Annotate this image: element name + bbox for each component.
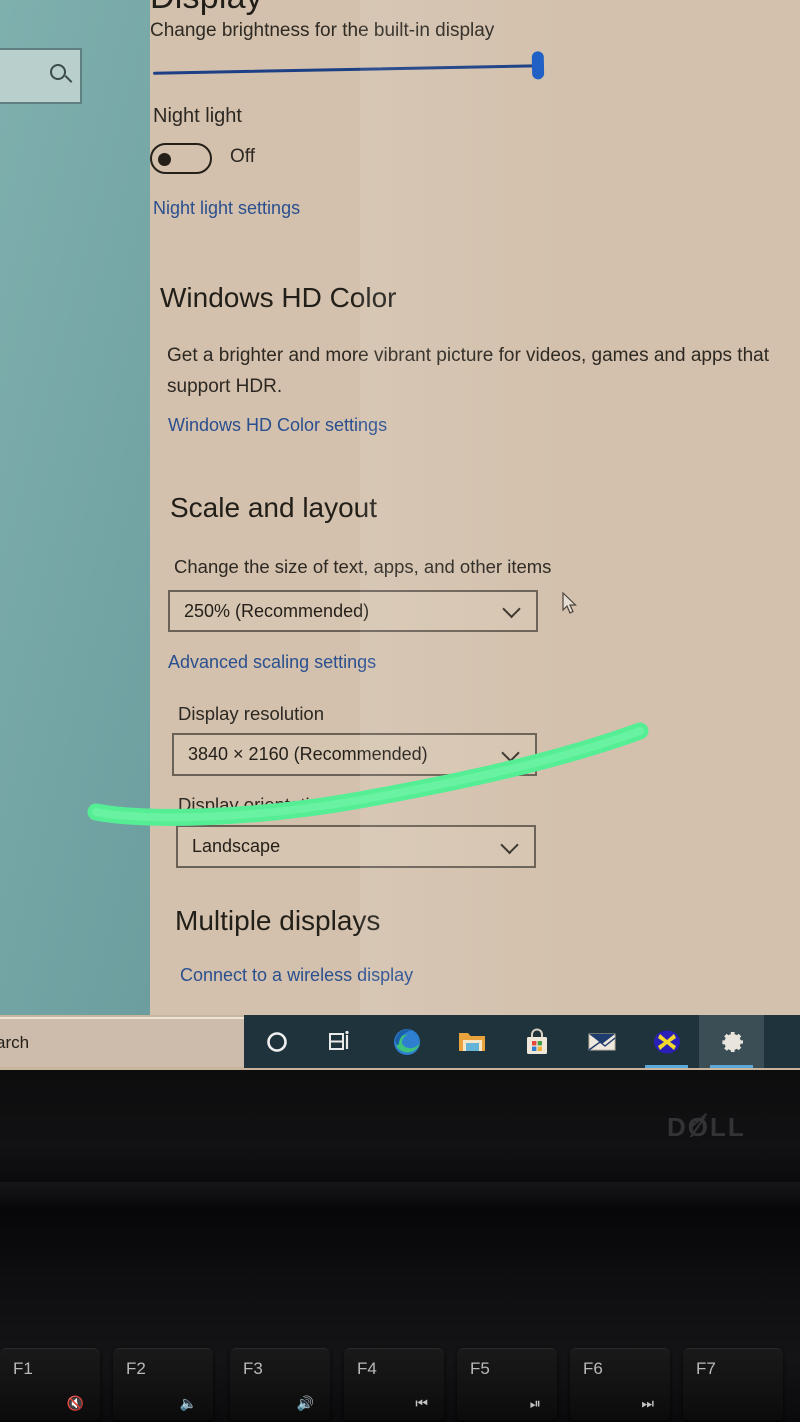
brightness-label: Change brightness for the built-in displ… [150,20,495,41]
taskbar-item-microsoft-store[interactable] [504,1015,569,1068]
function-key-label: F3 [243,1359,263,1378]
scale-and-layout-heading: Scale and layout [170,492,378,523]
desktop-wallpaper [0,0,150,1015]
night-light-settings-link[interactable]: Night light settings [153,198,300,219]
next-track-icon: ⏭ [641,1395,654,1411]
function-key-label: F7 [696,1359,716,1378]
volume-up-icon: 🔊 [296,1395,314,1411]
taskbar-running-indicator [645,1065,688,1068]
file-explorer-icon [458,1032,485,1051]
taskbar-search-text: arch [0,1033,30,1052]
function-key-f4[interactable]: F4 ⏮ [344,1348,444,1420]
display-orientation-value: Landscape [192,836,281,856]
hd-color-heading: Windows HD Color [160,282,397,313]
night-light-state: Off [230,146,255,167]
function-key-label: F6 [583,1359,603,1378]
cortana-circle-icon [266,1031,287,1052]
screenshot-root: Display Change brightness for the built-… [0,0,800,1422]
display-orientation-label: Display orientation [178,794,331,815]
laptop-screen: Display Change brightness for the built-… [0,0,800,1070]
taskbar-row: arch [0,1015,800,1070]
slider-track [153,64,542,75]
microsoft-store-icon [526,1028,547,1054]
function-key-f7[interactable]: F7 [683,1348,783,1420]
settings-window: Display Change brightness for the built-… [150,0,800,1015]
play-pause-icon: ⏯ [529,1395,541,1411]
display-resolution-value: 3840 × 2160 (Recommended) [188,744,428,764]
function-key-label: F1 [13,1359,33,1378]
brightness-slider[interactable] [153,51,545,80]
mute-icon: 🔇 [66,1395,84,1411]
search-icon [50,64,66,80]
hinge-highlight [0,1182,800,1208]
taskbar-item-file-explorer[interactable] [439,1015,504,1068]
night-light-toggle[interactable] [150,143,212,174]
scale-size-label: Change the size of text, apps, and other… [174,556,552,577]
night-light-label: Night light [153,105,242,127]
function-key-f6[interactable]: F6 ⏭ [570,1348,670,1420]
taskbar-item-cortana[interactable] [244,1015,309,1068]
taskbar-item-mail[interactable] [569,1015,634,1068]
taskbar-search-input[interactable]: arch [0,1017,244,1067]
taskbar-item-edge[interactable] [374,1015,439,1068]
display-resolution-dropdown[interactable]: 3840 × 2160 (Recommended) [172,733,537,776]
task-view-icon [328,1030,349,1050]
dell-brand-logo: DØLL [667,1112,746,1142]
volume-down-icon: 🔈 [179,1395,197,1411]
scale-dropdown-value: 250% (Recommended) [184,600,370,621]
chevron-down-icon [500,835,519,854]
desktop-search-box[interactable] [0,48,82,104]
previous-track-icon: ⏮ [415,1395,428,1411]
taskbar-item-xbox[interactable] [634,1015,699,1068]
connect-wireless-display-link[interactable]: Connect to a wireless display [180,965,413,986]
xbox-icon [653,1030,680,1053]
function-key-f3[interactable]: F3 🔊 [230,1348,330,1420]
function-key-f2[interactable]: F2 🔈 [113,1348,213,1420]
function-key-label: F5 [470,1359,490,1378]
page-title: Display [150,0,263,17]
taskbar-item-settings[interactable] [699,1015,764,1068]
toggle-knob [158,153,171,166]
function-key-f1[interactable]: F1 🔇 [0,1348,100,1420]
multiple-displays-heading: Multiple displays [175,905,381,936]
scale-dropdown[interactable]: 250% (Recommended) [168,590,538,632]
function-key-row: F1 🔇 F2 🔈 F3 🔊 F4 ⏮ F5 ⏯ F6 ⏭ F7 [0,1348,800,1422]
function-key-label: F2 [126,1359,146,1378]
function-key-f5[interactable]: F5 ⏯ [457,1348,557,1420]
slider-thumb[interactable] [531,51,545,80]
function-key-label: F4 [357,1359,377,1378]
display-orientation-dropdown[interactable]: Landscape [176,825,536,868]
mail-icon [588,1033,615,1051]
hd-color-description: Get a brighter and more vibrant picture … [167,345,769,397]
chevron-down-icon [501,743,520,762]
advanced-scaling-settings-link[interactable]: Advanced scaling settings [168,652,376,673]
settings-gear-icon [721,1031,743,1052]
display-resolution-label: Display resolution [178,703,325,724]
taskbar-item-task-view[interactable] [309,1015,374,1068]
chevron-down-icon [502,599,521,619]
taskbar-running-indicator [710,1065,753,1068]
hd-color-settings-link[interactable]: Windows HD Color settings [168,415,387,436]
mouse-cursor-icon [562,592,578,614]
edge-browser-icon [393,1028,420,1055]
taskbar [244,1015,800,1068]
